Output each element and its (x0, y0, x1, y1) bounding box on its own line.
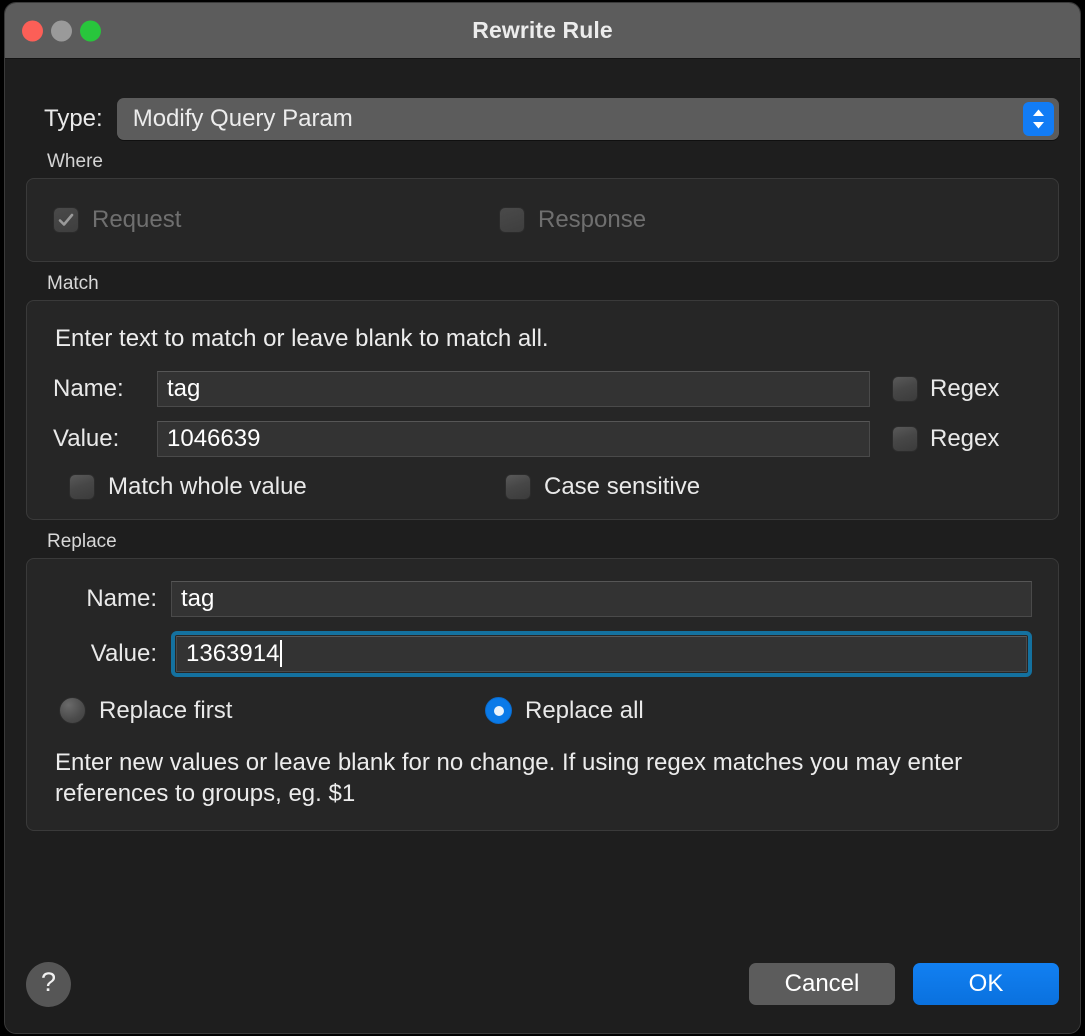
type-popup-button[interactable]: Modify Query Param (116, 98, 1059, 140)
type-row: Type: Modify Query Param (26, 98, 1059, 140)
where-group-label: Where (47, 151, 103, 172)
replace-all-radio[interactable] (485, 697, 512, 725)
replace-value-text: 1363914 (186, 639, 280, 667)
request-label: Request (92, 206, 182, 233)
match-whole-value-row[interactable]: Match whole value (69, 473, 505, 501)
text-caret (280, 640, 283, 668)
replace-value-label: Value: (90, 639, 157, 667)
case-sensitive-checkbox[interactable] (505, 473, 531, 500)
match-name-row: Name: tag Regex (53, 370, 1032, 407)
replace-first-row[interactable]: Replace first (59, 697, 485, 725)
where-request-checkbox-row[interactable]: Request (53, 206, 499, 234)
match-options-row: Match whole value Case sensitive (53, 473, 1032, 501)
replace-all-label: Replace all (525, 696, 644, 724)
case-sensitive-label: Case sensitive (544, 472, 701, 500)
replace-first-radio[interactable] (59, 697, 86, 725)
match-value-label: Value: (53, 424, 120, 452)
zoom-button-icon[interactable] (80, 20, 101, 41)
match-name-input[interactable]: tag (157, 370, 870, 407)
replace-first-label: Replace first (99, 696, 233, 724)
replace-group-box: Name: tag Value: 1363914 Replace first R… (26, 557, 1059, 832)
match-group-label: Match (47, 273, 99, 294)
rewrite-rule-dialog: Rewrite Rule Type: Modify Query Param Wh… (4, 2, 1081, 1034)
type-selected-value: Modify Query Param (132, 105, 353, 132)
replace-name-label: Name: (86, 584, 157, 612)
match-name-label: Name: (53, 374, 124, 402)
replace-hint-text: Enter new values or leave blank for no c… (55, 748, 963, 808)
replace-name-input[interactable]: tag (171, 580, 1032, 617)
where-group: Where Request Response (26, 151, 1059, 262)
replace-name-row: Name: tag (53, 580, 1032, 617)
match-whole-value-label: Match whole value (108, 472, 307, 500)
match-value-regex-label: Regex (930, 424, 1000, 452)
match-hint-text: Enter text to match or leave blank to ma… (55, 325, 549, 352)
match-group-box: Enter text to match or leave blank to ma… (26, 300, 1059, 520)
match-value-row: Value: 1046639 Regex (53, 420, 1032, 457)
replace-group-label: Replace (47, 530, 117, 552)
traffic-light-group (22, 20, 101, 41)
replace-value-row: Value: 1363914 (53, 630, 1032, 677)
dialog-content: Type: Modify Query Param Where Request R… (5, 59, 1080, 1033)
title-bar: Rewrite Rule (5, 3, 1080, 59)
cancel-button[interactable]: Cancel (749, 963, 895, 1005)
response-checkbox[interactable] (499, 207, 525, 233)
case-sensitive-row[interactable]: Case sensitive (505, 473, 700, 501)
dialog-footer: ? Cancel OK (26, 959, 1059, 1009)
match-value-input[interactable]: 1046639 (157, 420, 870, 457)
replace-value-input[interactable]: 1363914 (176, 635, 1027, 672)
match-whole-value-checkbox[interactable] (69, 473, 95, 500)
ok-button[interactable]: OK (913, 963, 1059, 1005)
replace-all-row[interactable]: Replace all (485, 697, 644, 725)
match-value-regex-row[interactable]: Regex (892, 425, 1032, 453)
where-group-box: Request Response (26, 178, 1059, 262)
match-group: Match Enter text to match or leave blank… (26, 273, 1059, 520)
match-name-regex-row[interactable]: Regex (892, 375, 1032, 403)
match-name-regex-label: Regex (930, 374, 1000, 402)
window-title: Rewrite Rule (472, 17, 613, 43)
where-response-checkbox-row[interactable]: Response (499, 206, 646, 234)
request-checkbox[interactable] (53, 207, 79, 233)
replace-mode-row: Replace first Replace all (53, 697, 1032, 725)
chevron-up-down-icon[interactable] (1023, 102, 1054, 136)
minimize-button-icon[interactable] (51, 20, 72, 41)
match-name-regex-checkbox[interactable] (892, 375, 918, 402)
match-value-regex-checkbox[interactable] (892, 425, 918, 452)
replace-group: Replace Name: tag Value: 1363914 Replace… (26, 530, 1059, 832)
help-button[interactable]: ? (26, 961, 71, 1007)
type-label: Type: (44, 105, 103, 132)
response-label: Response (538, 206, 647, 233)
close-button-icon[interactable] (22, 20, 43, 41)
replace-value-focus-ring: 1363914 (171, 630, 1032, 677)
